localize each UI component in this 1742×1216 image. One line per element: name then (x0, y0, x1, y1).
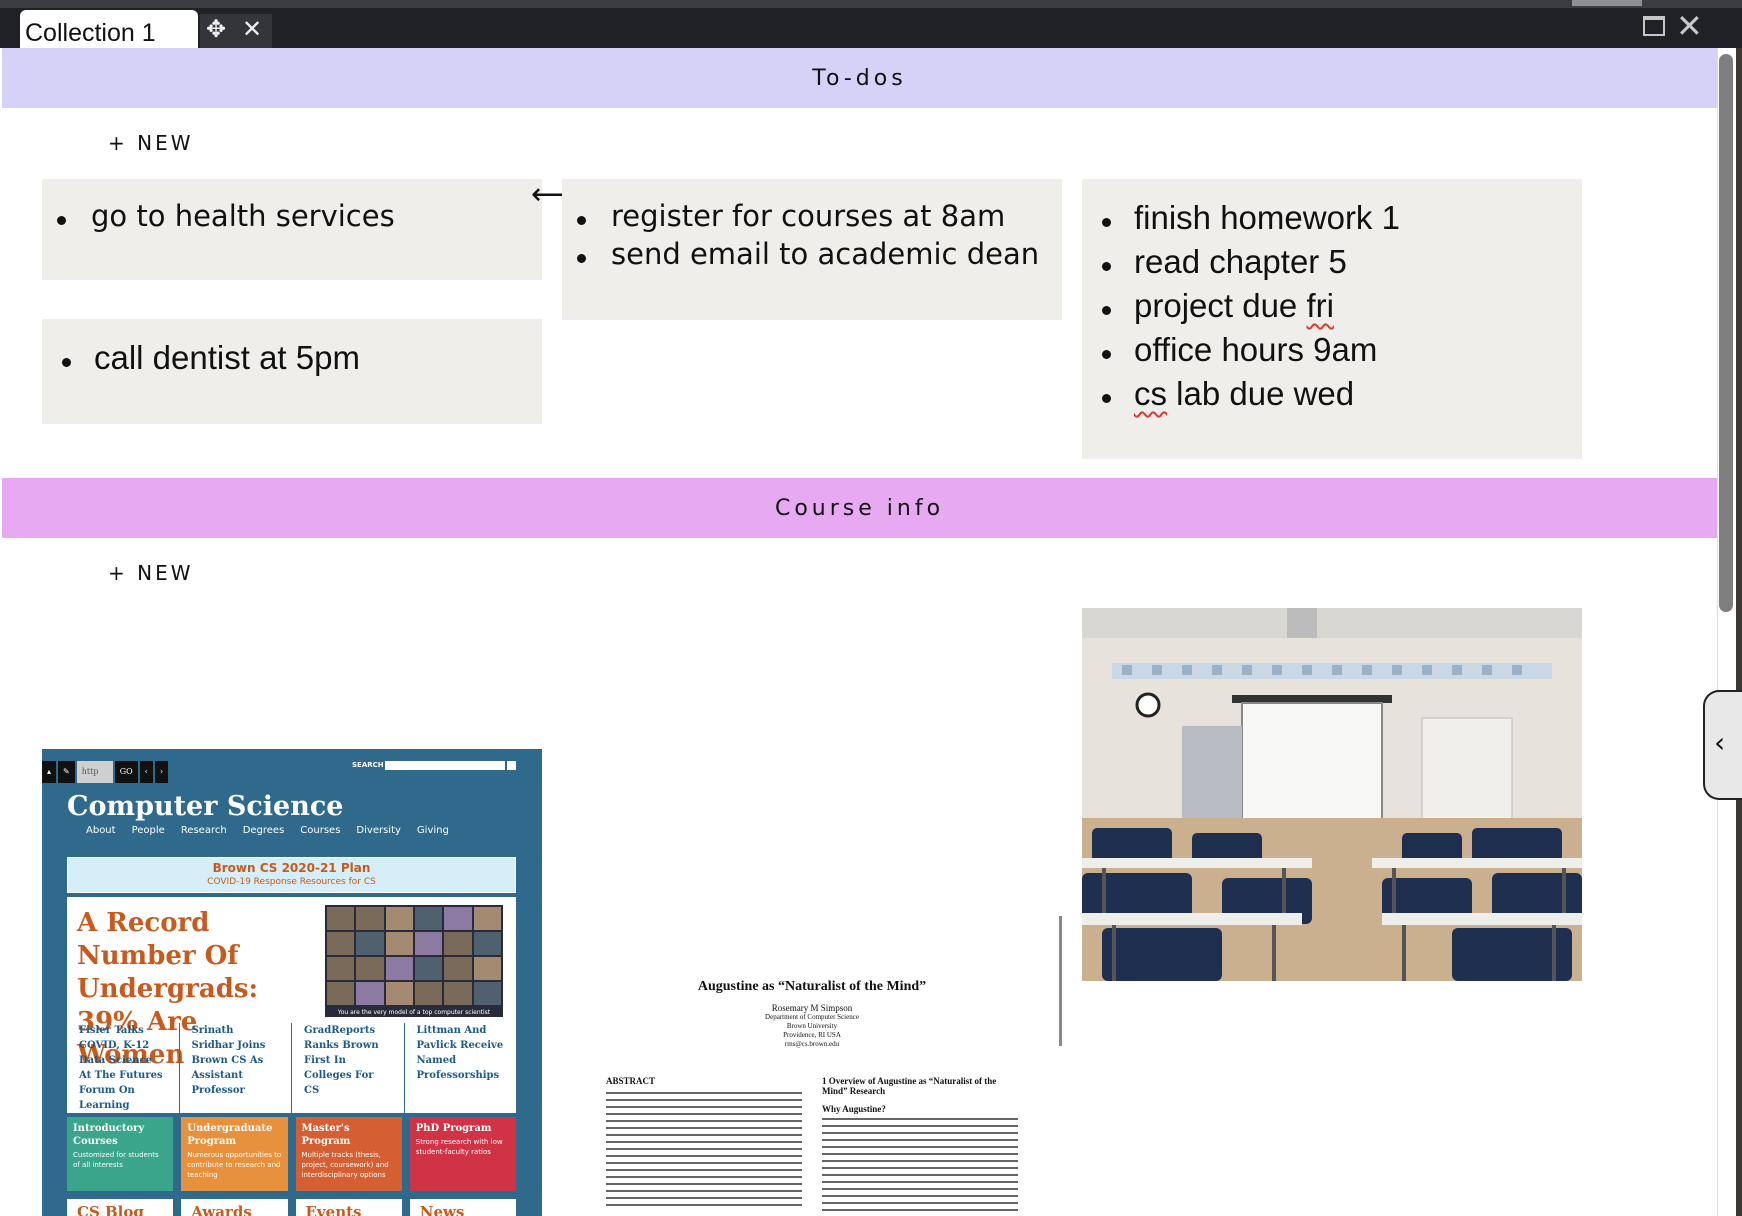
classroom-photo (1082, 608, 1582, 981)
go-button[interactable]: GO (114, 761, 138, 783)
news-item[interactable]: Fisler Talks COVID, K-12 Data Science At… (67, 1023, 180, 1113)
tab-title: Collection 1 (25, 19, 156, 47)
url-field[interactable]: http (76, 761, 113, 783)
program-box[interactable]: Undergraduate Program Numerous opportunit… (181, 1117, 288, 1191)
group-photo: You are the very model of a top computer… (325, 905, 503, 1017)
affiliation-line: Providence, RI USA (783, 1031, 841, 1039)
news-item[interactable]: Littman And Pavlick Receive Named Profes… (405, 1023, 517, 1113)
affiliation-line: Department of Computer Science (765, 1013, 859, 1021)
site-title: Computer Science (67, 791, 344, 822)
list-item: read chapter 5 (1082, 243, 1582, 287)
new-todo-button[interactable]: + NEW (108, 131, 194, 155)
todo-card[interactable]: go to health services (42, 179, 542, 280)
move-icon[interactable]: ✥ (206, 16, 226, 42)
maximize-icon[interactable] (1643, 16, 1665, 36)
bottom-link[interactable]: News (409, 1199, 516, 1216)
bottom-links: CS Blog Awards Events News (67, 1199, 516, 1216)
todo-card[interactable]: register for courses at 8am send email t… (562, 179, 1062, 320)
tab-controls: ✥ ✕ (200, 14, 272, 48)
todo-list: register for courses at 8am send email t… (562, 199, 1062, 271)
program-boxes: Introductory Courses Customized for stude… (67, 1117, 516, 1191)
todo-list: call dentist at 5pm (42, 339, 542, 377)
news-row: Fisler Talks COVID, K-12 Data Science At… (67, 1023, 516, 1113)
close-icon[interactable]: ✕ (242, 16, 262, 42)
tab-collection[interactable]: Collection 1 (20, 10, 198, 48)
feature-panel: A Record Number Of Undergrads: 39% Are W… (67, 897, 516, 1113)
section-title: Course info (774, 495, 945, 521)
cs-website-card[interactable]: ▴ ✎ http GO ‹ › SEARCH Computer Science … (42, 749, 542, 1216)
bottom-link[interactable]: Awards (181, 1199, 288, 1216)
pen-icon[interactable]: ✎ (58, 761, 75, 783)
nav-item[interactable]: Giving (417, 825, 449, 836)
affiliation-line: rms@cs.brown.edu (784, 1040, 840, 1048)
nav-item[interactable]: Degrees (243, 825, 285, 836)
tab-bar: Collection 1 ✥ ✕ ✕ (0, 0, 1742, 48)
program-box[interactable]: PhD Program Strong research with low stud… (409, 1117, 516, 1191)
plan-subtitle: COVID-19 Response Resources for CS (207, 877, 376, 887)
forward-icon[interactable]: › (154, 761, 169, 783)
bottom-link[interactable]: CS Blog (67, 1199, 174, 1216)
subheading: Why Augustine? (822, 1104, 886, 1114)
section-body (822, 1118, 1018, 1216)
todo-list: go to health services (42, 199, 542, 233)
close-icon[interactable]: ✕ (1676, 8, 1703, 44)
photo-caption: You are the very model of a top computer… (337, 1009, 491, 1016)
list-item: call dentist at 5pm (42, 339, 542, 377)
section-heading: 1 Overview of Augustine as “Naturalist o… (822, 1076, 997, 1096)
list-item: send email to academic dean (562, 237, 1062, 271)
program-box[interactable]: Introductory Courses Customized for stude… (67, 1117, 174, 1191)
list-item: cs lab due wed (1082, 375, 1582, 419)
section-header-todos: To-dos (2, 48, 1717, 108)
site-nav: About People Research Degrees Courses Di… (86, 825, 449, 836)
list-item: go to health services (42, 199, 542, 233)
list-item: project due fri (1082, 287, 1582, 331)
program-box[interactable]: Master's Program Multiple tracks (thesis,… (295, 1117, 402, 1191)
news-item[interactable]: GradReports Ranks Brown First In College… (292, 1023, 405, 1113)
search-label: SEARCH (352, 761, 384, 769)
window-edge (1736, 48, 1742, 1216)
todo-list: finish homework 1 read chapter 5 project… (1082, 199, 1582, 419)
section-title: To-dos (812, 65, 907, 91)
classroom-image[interactable] (1082, 608, 1582, 981)
back-icon[interactable]: ‹ (139, 761, 153, 783)
list-item: finish homework 1 (1082, 199, 1582, 243)
nav-item[interactable]: Courses (300, 825, 340, 836)
plan-title: Brown CS 2020-21 Plan (212, 861, 371, 875)
new-course-info-button[interactable]: + NEW (108, 561, 194, 585)
spellcheck-word: cs (1134, 375, 1167, 412)
spellcheck-word: fri (1306, 287, 1334, 324)
todo-card[interactable]: finish homework 1 read chapter 5 project… (1082, 179, 1582, 459)
abstract-heading: ABSTRACT (606, 1076, 656, 1086)
chevron-left-icon: ‹ (1714, 726, 1726, 759)
section-header-course-info: Course info (2, 478, 1717, 538)
todo-card[interactable]: call dentist at 5pm (42, 319, 542, 424)
search-go-button[interactable] (507, 761, 516, 770)
search-input[interactable] (385, 761, 505, 770)
plan-banner[interactable]: Brown CS 2020-21 Plan COVID-19 Response … (67, 857, 516, 893)
paper-author: Rosemary M Simpson (771, 1003, 853, 1013)
list-item: office hours 9am (1082, 331, 1582, 375)
abstract-body (606, 1092, 802, 1211)
paper-author-block: Rosemary M Simpson Department of Compute… (562, 1004, 1062, 1049)
news-item[interactable]: Srinath Sridhar Joins Brown CS As Assist… (180, 1023, 292, 1113)
paper-title: Augustine as “Naturalist of the Mind” (697, 979, 927, 994)
nav-item[interactable]: About (86, 825, 116, 836)
bottom-link[interactable]: Events (295, 1199, 402, 1216)
nav-item[interactable]: People (132, 825, 165, 836)
nav-item[interactable]: Research (181, 825, 227, 836)
side-panel-toggle[interactable]: ‹ (1703, 690, 1742, 800)
pdf-card[interactable]: Augustine as “Naturalist of the Mind” Ro… (562, 904, 1062, 1216)
affiliation-line: Brown University (786, 1022, 838, 1030)
scrollbar-thumb[interactable] (1719, 54, 1733, 612)
web-controls: ▴ ✎ http GO ‹ › (42, 761, 169, 783)
nav-item[interactable]: Diversity (356, 825, 401, 836)
collapse-icon[interactable]: ▴ (42, 761, 57, 783)
list-item: register for courses at 8am (562, 199, 1062, 233)
